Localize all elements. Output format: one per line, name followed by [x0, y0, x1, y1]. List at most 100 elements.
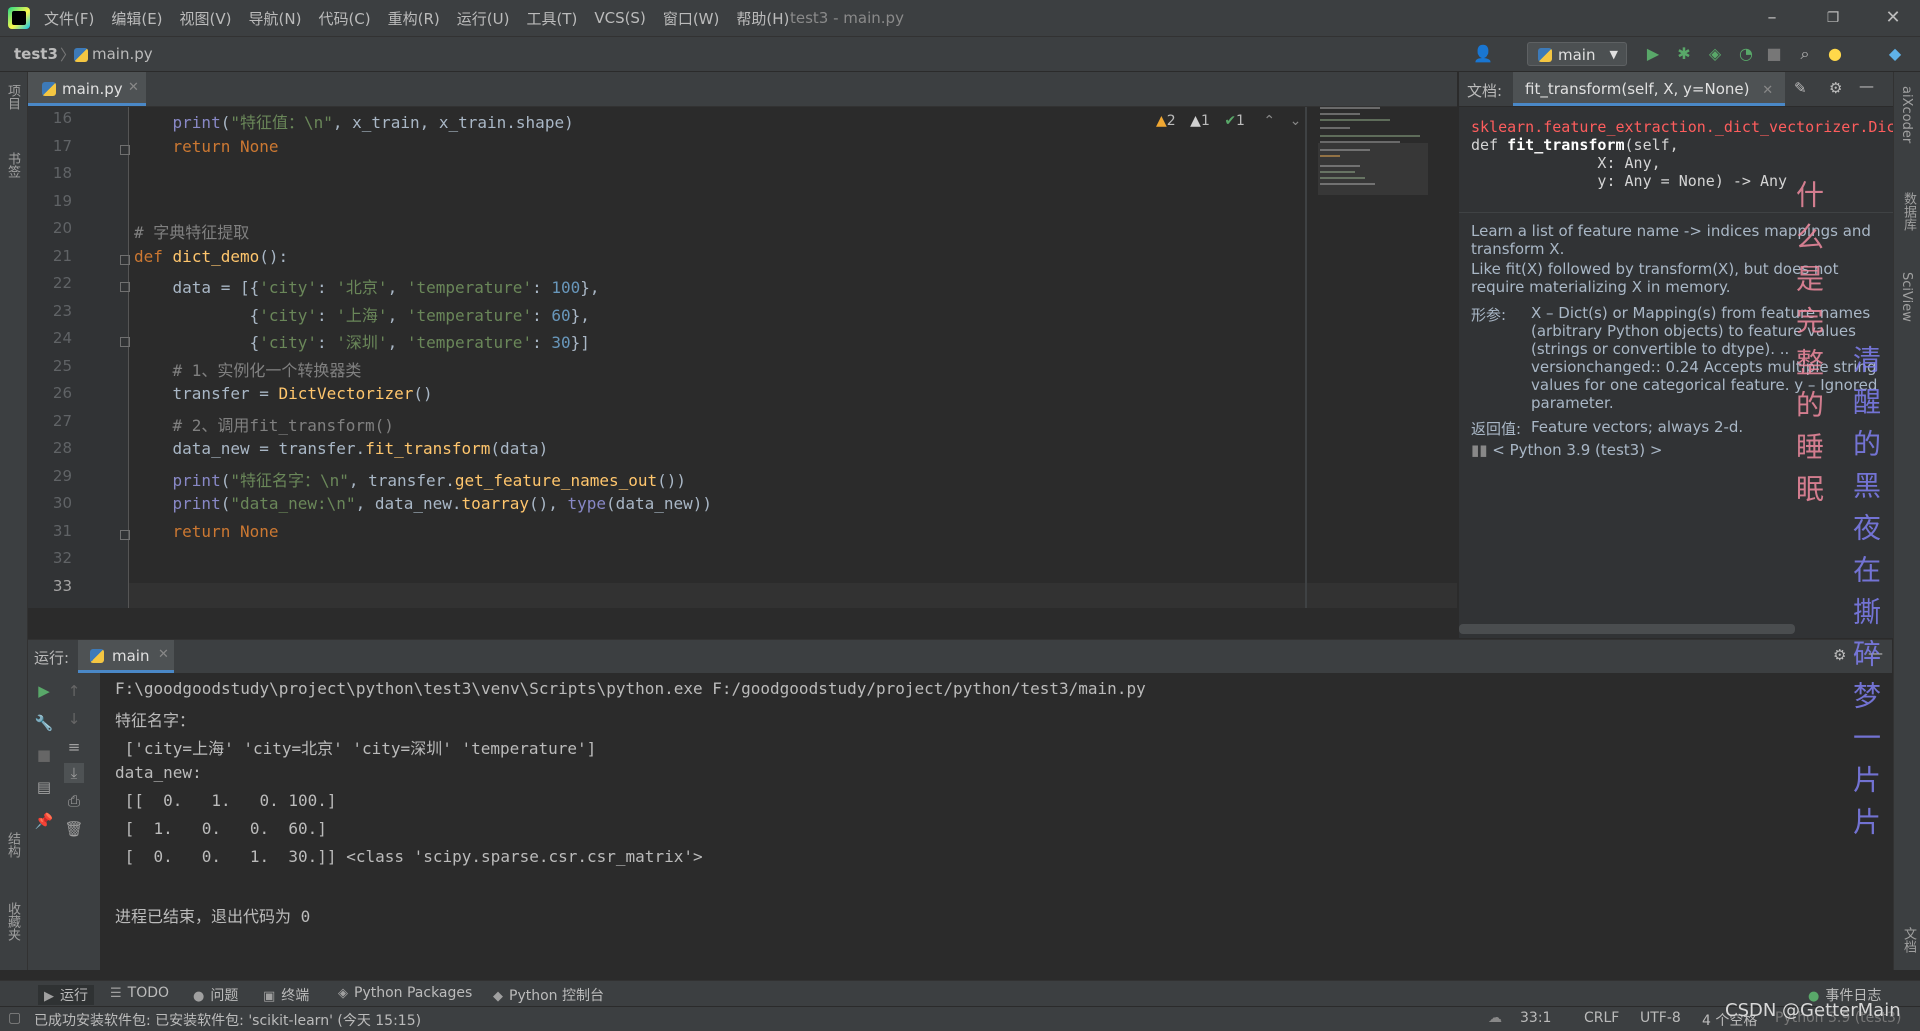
line-number: 20 — [52, 219, 72, 237]
line-number: 31 — [52, 521, 72, 540]
profile-icon[interactable]: ◔ — [1736, 44, 1756, 64]
background-tasks-icon[interactable]: ☁ — [1488, 1010, 1502, 1026]
file-encoding[interactable]: UTF-8 — [1640, 1010, 1681, 1026]
code-line: {'city': '上海', 'temperature': 60}, — [134, 305, 590, 325]
menu-code[interactable]: 代码(C) — [318, 8, 370, 29]
menu-view[interactable]: 视图(V) — [180, 8, 232, 29]
menu-help[interactable]: 帮助(H) — [736, 8, 789, 29]
status-message[interactable]: 已成功安装软件包: 已安装软件包: 'scikit-learn' (今天 15:… — [34, 1010, 421, 1030]
menu-vcs[interactable]: VCS(S) — [594, 9, 645, 27]
pin-icon[interactable]: 📌 — [34, 811, 54, 831]
run-console-output[interactable]: F:\goodgoodstudy\project\python\test3\ve… — [101, 673, 1892, 970]
console-line: 进程已结束，退出代码为 0 — [115, 907, 311, 926]
line-number: 19 — [52, 191, 72, 210]
tool-tab-python-packages[interactable]: ◈ Python Packages — [338, 985, 472, 1001]
bookmarks-tool-label[interactable]: 书签 — [3, 152, 22, 178]
aixcoder-tool-label[interactable]: aiXcoder — [1899, 86, 1914, 143]
doc-environment-label: < Python 3.9 (test3) > — [1492, 441, 1663, 459]
tool-tab-run[interactable]: ▶ 运行 — [38, 985, 94, 1005]
code-line: def dict_demo(): — [134, 246, 289, 266]
inspection-widget[interactable]: ▲2 ▲1 ✔1 ⌃ ⌄ — [1156, 113, 1301, 129]
run-configuration-select[interactable]: main ▼ — [1527, 42, 1627, 66]
console-line: [ 0. 0. 1. 30.]] <class 'scipy.sparse.cs… — [115, 847, 703, 866]
code-line: # 字典特征提取 — [134, 223, 250, 242]
database-tool-label[interactable]: 数据库 — [1899, 192, 1918, 231]
weak-warning-icon: ▲ — [1190, 113, 1201, 129]
tool-tab-python-console[interactable]: ◆ Python 控制台 — [493, 985, 604, 1005]
menu-edit[interactable]: 编辑(E) — [111, 8, 162, 29]
fold-marker-icon[interactable] — [120, 144, 130, 155]
project-tool-label[interactable]: 项目 — [3, 84, 22, 110]
fold-marker-icon[interactable] — [120, 282, 130, 292]
warning-count: 2 — [1166, 113, 1176, 129]
layout-icon[interactable]: ▤ — [34, 777, 54, 797]
menu-run[interactable]: 运行(U) — [457, 8, 510, 29]
fold-marker-icon[interactable] — [120, 529, 130, 540]
ide-update-icon[interactable]: ◆ — [1885, 44, 1905, 64]
stop-icon[interactable]: ■ — [1764, 44, 1784, 64]
next-highlight-icon[interactable]: ⌄ — [1290, 113, 1302, 129]
close-doc-tab-icon[interactable]: ✕ — [1762, 83, 1773, 98]
edit-source-icon[interactable]: ✎ — [1794, 79, 1807, 97]
hide-panel-icon[interactable]: — — [1859, 77, 1874, 95]
current-line-highlight — [28, 583, 1457, 608]
minimize-icon[interactable]: – — [1757, 6, 1787, 30]
toggle-tool-windows-icon[interactable]: ▢ — [8, 1010, 21, 1026]
print-icon[interactable]: ⎙ — [64, 791, 84, 811]
sciview-tool-label[interactable]: SciView — [1899, 272, 1914, 322]
breadcrumb-file[interactable]: main.py — [92, 45, 153, 63]
wrench-icon[interactable]: 🔧 — [34, 713, 54, 733]
previous-highlight-icon[interactable]: ⌃ — [1263, 113, 1275, 129]
close-tab-icon[interactable]: ✕ — [128, 80, 139, 95]
scroll-up-icon[interactable]: ↑ — [64, 681, 84, 701]
line-number: 17 — [52, 136, 72, 155]
gear-icon[interactable]: ⚙ — [1829, 79, 1842, 97]
doc-horizontal-scrollbar[interactable] — [1459, 624, 1795, 634]
documentation-tab[interactable]: fit_transform(self, X, y=None) ✕ — [1513, 72, 1786, 106]
user-icon[interactable]: 👤 — [1473, 44, 1493, 64]
structure-tool-label[interactable]: 结构 — [3, 832, 22, 858]
caret-position[interactable]: 33:1 — [1520, 1010, 1551, 1026]
rerun-icon[interactable]: ▶ — [34, 681, 54, 701]
scroll-down-icon[interactable]: ↓ — [64, 709, 84, 729]
close-window-icon[interactable]: ✕ — [1878, 6, 1908, 30]
doc-returns-label: 返回值: — [1471, 420, 1522, 438]
menu-tools[interactable]: 工具(T) — [526, 8, 577, 29]
stop-icon[interactable]: ■ — [34, 745, 54, 765]
editor-vertical-scrollbar[interactable] — [1305, 107, 1307, 608]
tool-tab-problems[interactable]: ● 问题 — [193, 985, 238, 1005]
right-tool-strip: aiXcoder 数据库 SciView 文档 — [1893, 72, 1920, 970]
scroll-to-end-icon[interactable]: ⤓ — [64, 763, 84, 783]
editor-tab-main-py[interactable]: main.py ✕ — [28, 72, 146, 106]
favorites-tool-label[interactable]: 收藏夹 — [3, 902, 22, 941]
menu-file[interactable]: 文件(F) — [44, 8, 94, 29]
status-bar: ▢ 已成功安装软件包: 已安装软件包: 'scikit-learn' (今天 1… — [0, 1006, 1920, 1031]
line-number: 28 — [52, 439, 72, 457]
plugin-status-icon[interactable]: ● — [1825, 44, 1845, 64]
soft-wrap-icon[interactable]: ≡ — [64, 737, 84, 757]
search-icon[interactable]: ⌕ — [1795, 44, 1815, 64]
fold-marker-icon[interactable] — [120, 337, 130, 347]
menu-window[interactable]: 窗口(W) — [663, 8, 720, 29]
line-separator[interactable]: CRLF — [1584, 1010, 1619, 1026]
code-editor[interactable]: 16 17 18 19 20 21 22 23 24 25 26 27 28 29 30 31 32 33 pri… — [28, 107, 1457, 608]
close-run-tab-icon[interactable]: ✕ — [158, 647, 169, 662]
run-icon[interactable]: ▶ — [1643, 44, 1663, 64]
line-number: 27 — [52, 411, 72, 430]
documentation-header: 文档: fit_transform(self, X, y=None) ✕ ✎ ⚙… — [1459, 72, 1893, 107]
menu-refactor[interactable]: 重构(R) — [388, 8, 440, 29]
documentation-body: sklearn.feature_extraction._dict_vectori… — [1471, 118, 1893, 190]
fold-marker-icon[interactable] — [120, 254, 130, 265]
trash-icon[interactable]: 🗑 — [64, 819, 84, 839]
debug-icon[interactable]: ✱ — [1674, 44, 1694, 64]
tool-tab-todo[interactable]: ☰ TODO — [110, 985, 169, 1001]
coverage-icon[interactable]: ◈ — [1705, 44, 1725, 64]
code-line: print("data_new:\n", data_new.toarray(),… — [172, 494, 713, 513]
tool-tab-terminal[interactable]: ▣ 终端 — [263, 985, 309, 1005]
menu-navigate[interactable]: 导航(N) — [249, 8, 302, 29]
restore-icon[interactable]: ❐ — [1818, 6, 1848, 30]
run-tab-main[interactable]: main ✕ — [78, 640, 174, 673]
console-line: ['city=上海' 'city=北京' 'city=深圳' 'temperat… — [115, 739, 597, 758]
docs-tool-label[interactable]: 文档 — [1899, 927, 1918, 953]
breadcrumb-project[interactable]: test3 — [14, 45, 58, 63]
